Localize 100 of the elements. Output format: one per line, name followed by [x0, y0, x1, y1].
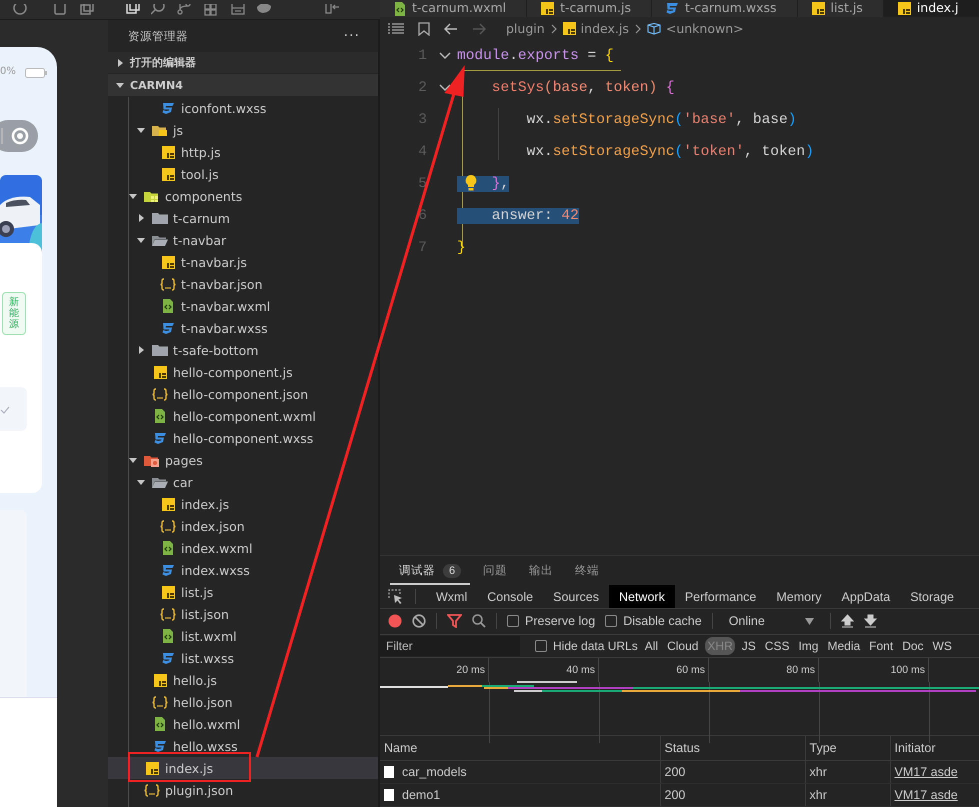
devtools-tab[interactable]: Sources: [543, 585, 609, 608]
file-item[interactable]: t-navbar.wxml: [108, 295, 378, 317]
file-item[interactable]: hello-component.wxss: [108, 427, 378, 449]
type-filter[interactable]: Doc: [900, 636, 926, 655]
column-header[interactable]: Type: [805, 736, 890, 760]
folder-item[interactable]: t-carnum: [108, 207, 378, 229]
checkbox[interactable]: Disable cache: [605, 614, 702, 628]
list-icon[interactable]: [388, 22, 404, 34]
filter-field[interactable]: Filter: [380, 636, 520, 656]
file-item[interactable]: t-navbar.wxss: [108, 317, 378, 339]
file-item[interactable]: index.wxml: [108, 537, 378, 559]
folder-item[interactable]: js: [108, 119, 378, 141]
editor-tab[interactable]: t-carnum.js: [527, 0, 652, 17]
file-item[interactable]: hello-component.wxml: [108, 405, 378, 427]
editor-tab[interactable]: index.j: [884, 0, 979, 17]
record-button[interactable]: [388, 614, 402, 628]
file-item[interactable]: list.json: [108, 603, 378, 625]
file-item[interactable]: index.wxss: [108, 559, 378, 581]
column-header[interactable]: Name: [380, 736, 660, 760]
request-name[interactable]: demo1: [402, 788, 440, 802]
search-icon[interactable]: [151, 4, 167, 16]
file-item[interactable]: index.js: [108, 757, 378, 779]
folder-item[interactable]: car: [108, 471, 378, 493]
editor-tab[interactable]: t-carnum.wxml: [380, 0, 528, 17]
windows-icon[interactable]: [80, 4, 96, 16]
bookmark-icon[interactable]: [418, 22, 430, 36]
type-filter[interactable]: Media: [825, 636, 862, 655]
folder-item[interactable]: t-navbar: [108, 229, 378, 251]
type-filter[interactable]: Img: [796, 636, 820, 655]
file-item[interactable]: plugin.json: [108, 779, 378, 801]
file-item[interactable]: index.json: [108, 515, 378, 537]
phone-icon[interactable]: [53, 4, 69, 16]
file-item[interactable]: t-navbar.json: [108, 273, 378, 295]
throttle-select[interactable]: Online: [722, 614, 820, 628]
request-name[interactable]: car_models: [402, 765, 467, 779]
files-icon[interactable]: [126, 4, 142, 16]
devtools-tab[interactable]: Storage: [900, 585, 964, 608]
devtools-tab[interactable]: Performance: [674, 585, 766, 608]
branch-icon[interactable]: [177, 4, 193, 16]
section-header[interactable]: CARMN4: [108, 74, 378, 96]
type-filter[interactable]: Font: [867, 636, 896, 655]
lightbulb-icon[interactable]: [464, 174, 478, 192]
back-arrow-icon[interactable]: [444, 22, 458, 34]
file-item[interactable]: hello.json: [108, 691, 378, 713]
editor-tab[interactable]: list.js: [798, 0, 884, 17]
folder-item[interactable]: t-safe-bottom: [108, 339, 378, 361]
column-header[interactable]: Status: [660, 736, 805, 760]
file-item[interactable]: http.js: [108, 141, 378, 163]
fold-chevron-icon[interactable]: [439, 52, 451, 60]
file-item[interactable]: hello-component.js: [108, 361, 378, 383]
file-item[interactable]: iconfont.wxss: [108, 97, 378, 119]
file-item[interactable]: index.js: [108, 493, 378, 515]
file-item[interactable]: hello.wxss: [108, 735, 378, 757]
record-icon[interactable]: [13, 4, 29, 16]
devtools-tab[interactable]: Wxml: [426, 585, 478, 608]
breadcrumb-item[interactable]: index.js: [562, 21, 629, 36]
search-icon[interactable]: [472, 614, 486, 628]
filter-icon[interactable]: [447, 614, 462, 628]
file-item[interactable]: hello.js: [108, 669, 378, 691]
checkbox[interactable]: Preserve log: [507, 614, 596, 628]
element-picker-icon[interactable]: [388, 589, 403, 604]
type-filter[interactable]: JS: [740, 636, 758, 655]
capsule-button[interactable]: [0, 120, 38, 152]
breadcrumb-item[interactable]: <unknown>: [646, 21, 744, 36]
storage-icon[interactable]: [231, 4, 247, 16]
type-filter[interactable]: CSS: [762, 636, 792, 655]
file-item[interactable]: hello-component.json: [108, 383, 378, 405]
editor-tab[interactable]: t-carnum.wxss: [652, 0, 798, 17]
panel-tab[interactable]: 问题: [474, 556, 516, 586]
clear-icon[interactable]: [412, 614, 426, 628]
devtools-tab[interactable]: Console: [477, 585, 544, 608]
panel-tab[interactable]: 输出: [520, 556, 562, 586]
more-button[interactable]: ···: [344, 28, 360, 44]
panel-tab[interactable]: 终端: [566, 556, 608, 586]
file-item[interactable]: hello.wxml: [108, 713, 378, 735]
devtools-tab[interactable]: AppData: [832, 585, 900, 608]
file-item[interactable]: list.js: [108, 581, 378, 603]
type-filter[interactable]: All: [642, 636, 660, 655]
download-icon[interactable]: [864, 614, 877, 628]
fold-chevron-icon[interactable]: [439, 84, 451, 92]
folder-item[interactable]: components: [108, 185, 378, 207]
type-filter[interactable]: WS: [930, 636, 954, 655]
upload-icon[interactable]: [840, 614, 854, 628]
devtools-tab[interactable]: Memory: [766, 585, 832, 608]
breadcrumb-item[interactable]: plugin: [506, 21, 545, 36]
json-file-icon: [152, 696, 168, 708]
initiator-link[interactable]: VM17 asde: [890, 760, 979, 784]
file-item[interactable]: list.wxss: [108, 647, 378, 669]
file-item[interactable]: list.wxml: [108, 625, 378, 647]
collapse-panel-icon[interactable]: [325, 4, 341, 16]
type-filter[interactable]: Cloud: [665, 636, 700, 655]
checkbox[interactable]: Hide data URLs: [535, 638, 638, 653]
devtools-tab[interactable]: Network: [608, 585, 675, 608]
file-item[interactable]: t-navbar.js: [108, 251, 378, 273]
time-tick: 100 ms: [819, 658, 929, 682]
initiator-link[interactable]: VM17 asde: [890, 784, 979, 806]
section-header[interactable]: 打开的编辑器: [108, 52, 378, 73]
column-header[interactable]: Initiator: [890, 736, 979, 760]
folder-item[interactable]: pages: [108, 449, 378, 471]
file-item[interactable]: tool.js: [108, 163, 378, 185]
